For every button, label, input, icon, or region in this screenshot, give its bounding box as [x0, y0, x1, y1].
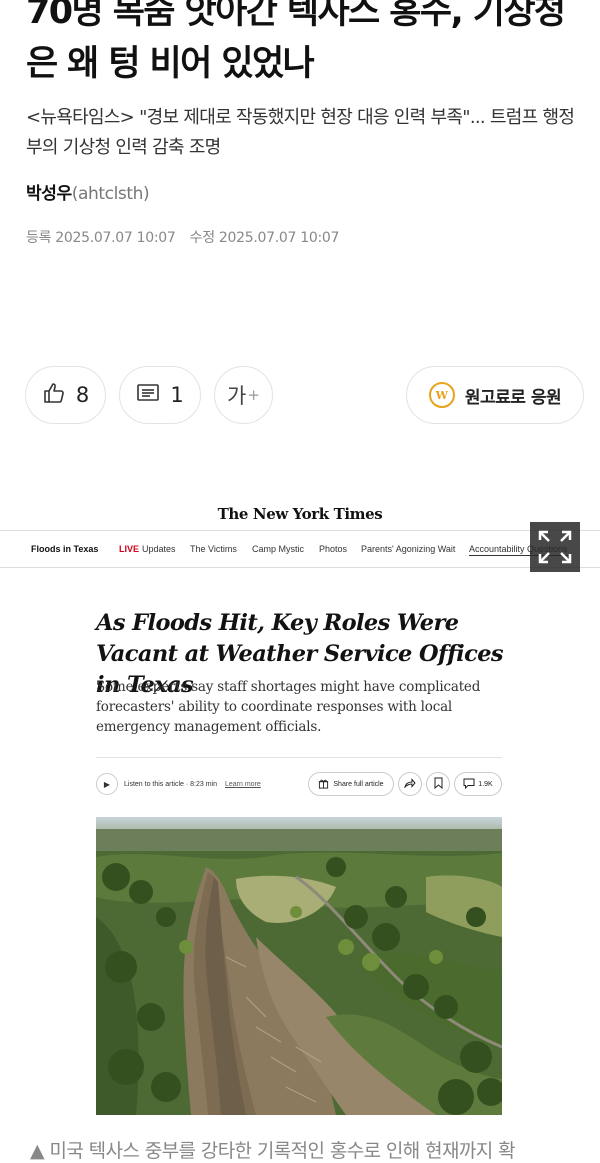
support-label: 원고료로 응원 — [464, 387, 562, 408]
nyt-nav-item-updates: Updates — [142, 544, 176, 554]
nyt-comments-pill: 1.9K — [454, 772, 502, 796]
nyt-share-arrow — [398, 772, 422, 796]
nyt-share-pill: Share full article — [308, 772, 394, 796]
coin-icon: W — [428, 382, 455, 408]
nyt-screenshot: The New York Times Floods in Texas LIVE … — [0, 497, 600, 1137]
font-size-button[interactable]: 가 + — [214, 366, 273, 424]
comment-icon — [136, 382, 160, 408]
nyt-nav-item-photos: Photos — [319, 544, 348, 554]
nyt-nav-item-parents: Parents' Agonizing Wait — [361, 544, 456, 554]
registered-date: 등록 2025.07.07 10:07 — [26, 230, 176, 246]
nyt-listen-label: Listen to this article · 8:23 min — [124, 780, 217, 788]
article-headline: 70명 목숨 앗아간 텍사스 홍수, 기상청은 왜 텅 비어 있었나 — [26, 0, 566, 84]
expand-image-button[interactable] — [530, 522, 580, 572]
share-arrow-icon — [404, 778, 416, 790]
plus-icon: + — [247, 386, 260, 404]
nyt-nav-item-camp-mystic: Camp Mystic — [252, 544, 305, 554]
like-button[interactable]: 8 — [25, 366, 106, 424]
comment-count: 1 — [170, 383, 184, 407]
fullscreen-icon — [530, 530, 580, 576]
nyt-nav-item-victims: The Victims — [190, 544, 237, 554]
author-handle: (ahtclsth) — [71, 184, 150, 204]
nyt-share-label: Share full article — [333, 780, 384, 788]
nyt-nav-section: Floods in Texas — [31, 544, 99, 554]
article-subtitle: <뉴욕타임스> "경보 제대로 작동했지만 현장 대응 인력 부족"... 트럼… — [26, 107, 575, 158]
font-size-label: 가 — [227, 384, 247, 408]
nyt-divider — [96, 757, 502, 758]
play-icon: ▶ — [96, 773, 118, 795]
bookmark-icon — [434, 777, 443, 791]
nyt-learn-more: Learn more — [225, 780, 261, 788]
byline: 박성우(ahtclsth) — [26, 179, 150, 204]
support-button[interactable]: W 원고료로 응원 — [406, 366, 584, 424]
like-count: 8 — [75, 383, 90, 407]
comment-button[interactable]: 1 — [119, 366, 201, 424]
flood-aerial-photo — [96, 817, 502, 1115]
article-dates: 등록 2025.07.07 10:07 수정 2025.07.07 10:07 — [26, 227, 349, 247]
nyt-live-badge: LIVE — [119, 544, 140, 554]
speech-bubble-icon — [463, 778, 475, 791]
nyt-summary: Some experts say staff shortages might h… — [96, 679, 481, 735]
nyt-comment-count: 1.9K — [478, 780, 493, 788]
author-name[interactable]: 박성우 — [26, 184, 72, 204]
modified-date: 수정 2025.07.07 10:07 — [189, 230, 340, 246]
gift-icon — [318, 778, 329, 791]
nyt-logo: The New York Times — [217, 505, 383, 523]
nyt-nav-bar: Floods in Texas LIVE Updates The Victims… — [0, 530, 600, 568]
thumbs-up-icon — [42, 381, 66, 409]
nyt-listen-bar: ▶ Listen to this article · 8:23 min Lear… — [96, 772, 261, 796]
nyt-bookmark — [426, 772, 450, 796]
